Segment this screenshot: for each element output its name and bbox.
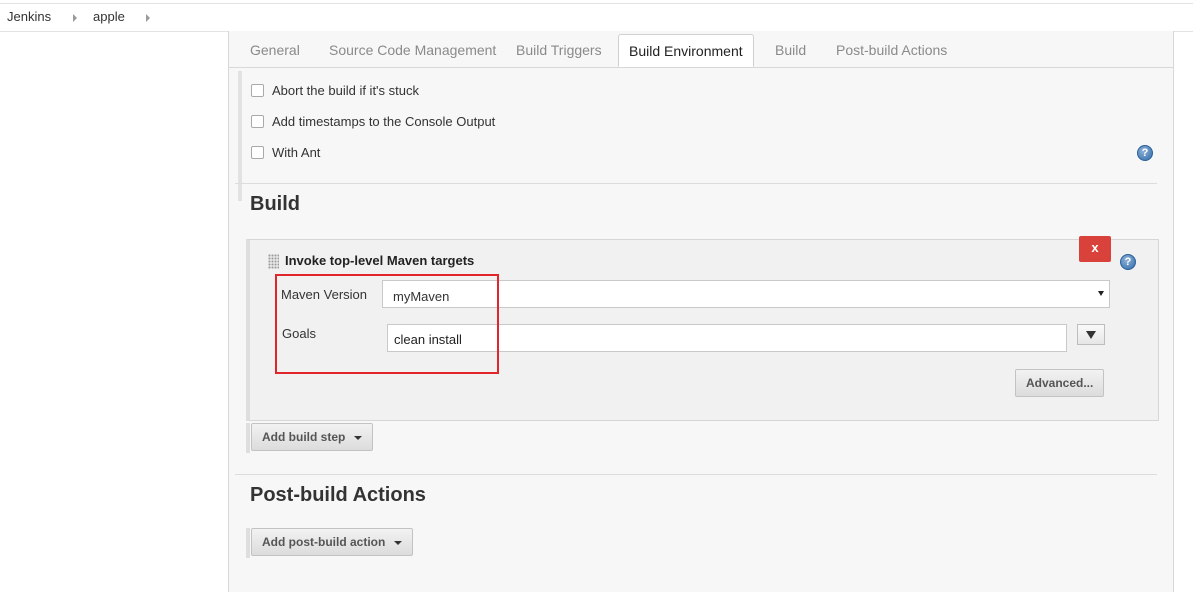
tab-source-code-management[interactable]: Source Code Management	[329, 42, 496, 58]
build-step-maven: Invoke top-level Maven targets x ? Maven…	[246, 236, 1159, 421]
maven-version-select[interactable]: myMaven	[382, 280, 1110, 308]
add-post-build-action-button[interactable]: Add post-build action	[251, 528, 414, 556]
add-timestamps-label: Add timestamps to the Console Output	[272, 114, 496, 129]
breadcrumb-arrow-icon[interactable]	[146, 14, 150, 22]
help-icon[interactable]: ?	[1137, 145, 1153, 161]
chevron-down-icon	[1098, 291, 1104, 296]
breadcrumb-apple[interactable]: apple	[93, 9, 125, 24]
help-icon[interactable]: ?	[1120, 254, 1136, 270]
post-build-section-title: Post-build Actions	[250, 484, 426, 506]
goals-label: Goals	[282, 326, 316, 341]
breadcrumb-arrow-icon[interactable]	[73, 14, 77, 22]
advanced-button[interactable]: Advanced...	[1015, 369, 1104, 397]
section-indent-bar	[238, 71, 242, 201]
add-timestamps-checkbox[interactable]	[251, 115, 264, 128]
divider	[235, 183, 1157, 184]
drag-handle-icon[interactable]	[268, 254, 279, 269]
delete-step-button[interactable]: x	[1079, 236, 1111, 262]
tab-build[interactable]: Build	[775, 42, 806, 58]
config-panel: General Source Code Management Build Tri…	[228, 31, 1174, 592]
abort-stuck-checkbox[interactable]	[251, 84, 264, 97]
caret-down-icon	[354, 435, 363, 440]
with-ant-label: With Ant	[272, 145, 321, 160]
maven-version-value: myMaven	[393, 289, 450, 304]
caret-down-icon	[394, 540, 403, 545]
breadcrumb-jenkins[interactable]: Jenkins	[7, 9, 51, 24]
tab-build-triggers[interactable]: Build Triggers	[516, 42, 602, 58]
abort-stuck-label: Abort the build if it's stuck	[272, 83, 419, 98]
divider	[235, 474, 1157, 475]
add-post-build-action-label: Add post-build action	[262, 535, 386, 549]
option-add-timestamps[interactable]: Add timestamps to the Console Output	[251, 114, 495, 129]
expand-down-icon	[1086, 331, 1096, 339]
config-tabs: General Source Code Management Build Tri…	[229, 31, 1173, 68]
goals-input[interactable]: clean install	[387, 324, 1067, 352]
expand-goals-button[interactable]	[1077, 324, 1105, 345]
option-with-ant[interactable]: With Ant	[251, 145, 320, 160]
tab-general[interactable]: General	[250, 42, 300, 58]
add-build-step-label: Add build step	[262, 430, 346, 444]
tab-post-build-actions[interactable]: Post-build Actions	[836, 42, 947, 58]
add-build-step-button[interactable]: Add build step	[251, 423, 374, 451]
build-step-title: Invoke top-level Maven targets	[285, 253, 475, 268]
option-abort-stuck[interactable]: Abort the build if it's stuck	[251, 83, 419, 98]
add-step-bar	[246, 423, 250, 453]
build-section-title: Build	[250, 193, 300, 215]
with-ant-checkbox[interactable]	[251, 146, 264, 159]
add-action-bar	[246, 528, 250, 558]
breadcrumb: Jenkins apple	[0, 3, 1193, 32]
maven-version-label: Maven Version	[281, 287, 367, 302]
tab-build-environment[interactable]: Build Environment	[618, 34, 754, 67]
